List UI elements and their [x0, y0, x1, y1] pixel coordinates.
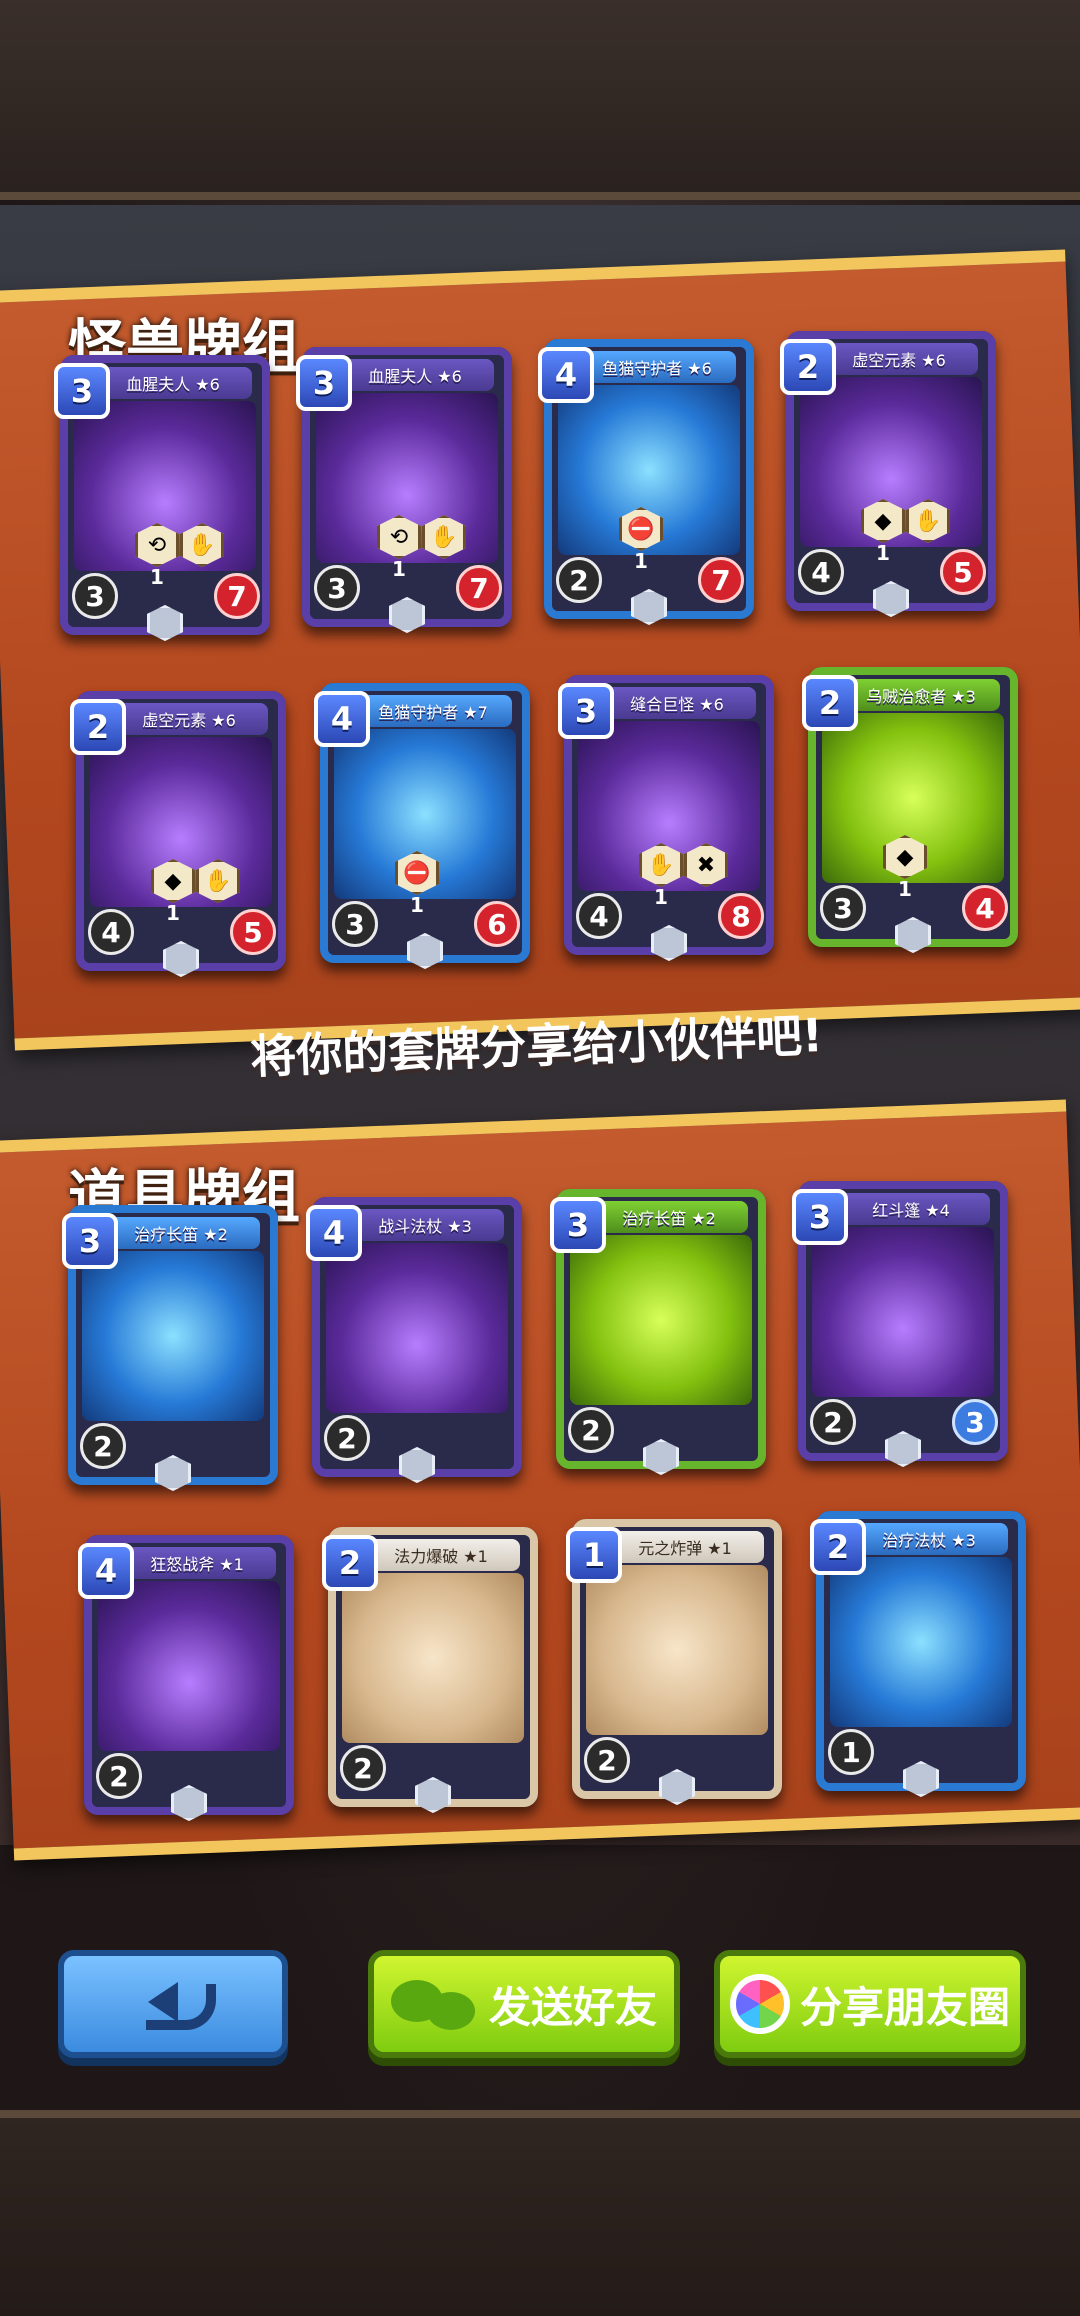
cost-badge: 2 [780, 339, 836, 395]
card-name: 治疗长笛 ★2 [590, 1201, 748, 1233]
health-badge: 5 [940, 549, 986, 595]
card-art [326, 1243, 508, 1413]
attack-badge: 3 [332, 901, 378, 947]
moments-icon [729, 1974, 790, 2034]
wechat-icon [390, 1974, 481, 2034]
card-art [342, 1573, 524, 1743]
item-card[interactable]: 治疗长笛 ★2 3 2 [62, 1205, 278, 1491]
item-card[interactable]: 战斗法杖 ★3 4 2 [306, 1197, 522, 1483]
cost-badge: 4 [314, 691, 370, 747]
bottom-stat: 1 [828, 1729, 874, 1775]
card-name: 治疗长笛 ★2 [102, 1217, 260, 1249]
ability-count: 1 [410, 893, 424, 917]
card-name: 战斗法杖 ★3 [346, 1209, 504, 1241]
monster-card[interactable]: 血腥夫人 ★6 3 ⟲ ✋ 1 3 7 [296, 347, 512, 633]
cost-badge: 1 [566, 1527, 622, 1583]
card-name: 治疗法杖 ★3 [850, 1523, 1008, 1555]
monster-card[interactable]: 虚空元素 ★6 2 ◆ ✋ 1 4 5 [780, 331, 996, 617]
attack-badge: 3 [314, 565, 360, 611]
right-stat: 3 [952, 1399, 998, 1445]
monster-card[interactable]: 鱼猫守护者 ★6 4 ⛔ 1 2 7 [538, 339, 754, 625]
health-badge: 7 [456, 565, 502, 611]
bottom-stat: 2 [340, 1745, 386, 1791]
ability-count: 1 [150, 565, 164, 589]
ability-count: 1 [166, 901, 180, 925]
card-art [812, 1227, 994, 1397]
attack-badge: 4 [798, 549, 844, 595]
back-arrow-icon [128, 1974, 218, 2034]
back-button[interactable] [58, 1950, 288, 2058]
card-name: 红斗篷 ★4 [832, 1193, 990, 1225]
monster-card[interactable]: 虚空元素 ★6 2 ◆ ✋ 1 4 5 [70, 691, 286, 977]
health-badge: 4 [962, 885, 1008, 931]
card-name: 血腥夫人 ★6 [336, 359, 494, 391]
attack-badge: 3 [820, 885, 866, 931]
card-name: 乌贼治愈者 ★3 [842, 679, 1000, 711]
cost-badge: 3 [296, 355, 352, 411]
card-name: 狂怒战斧 ★1 [118, 1547, 276, 1579]
cost-badge: 2 [322, 1535, 378, 1591]
monster-card[interactable]: 血腥夫人 ★6 3 ⟲ ✋ 1 3 7 [54, 355, 270, 641]
card-name: 元之炸弹 ★1 [606, 1531, 764, 1563]
bottom-stat: 2 [568, 1407, 614, 1453]
send-friend-button[interactable]: 发送好友 [368, 1950, 680, 2058]
top-frame [0, 0, 1080, 200]
share-moments-button[interactable]: 分享朋友圈 [714, 1950, 1026, 2058]
ability-count: 1 [634, 549, 648, 573]
card-name: 缝合巨怪 ★6 [598, 687, 756, 719]
health-badge: 6 [474, 901, 520, 947]
cost-badge: 3 [558, 683, 614, 739]
card-art [830, 1557, 1012, 1727]
card-name: 鱼猫守护者 ★7 [354, 695, 512, 727]
card-art [570, 1235, 752, 1405]
bottom-frame [0, 2110, 1080, 2316]
health-badge: 7 [214, 573, 260, 619]
bottom-stat: 2 [584, 1737, 630, 1783]
card-name: 法力爆破 ★1 [362, 1539, 520, 1571]
health-badge: 7 [698, 557, 744, 603]
health-badge: 8 [718, 893, 764, 939]
bottom-stat: 2 [810, 1399, 856, 1445]
card-name: 虚空元素 ★6 [820, 343, 978, 375]
item-card[interactable]: 治疗长笛 ★2 3 2 [550, 1189, 766, 1475]
cost-badge: 2 [802, 675, 858, 731]
monster-card[interactable]: 缝合巨怪 ★6 3 ✋ ✖ 1 4 8 [558, 675, 774, 961]
attack-badge: 3 [72, 573, 118, 619]
cost-badge: 2 [70, 699, 126, 755]
ability-count: 1 [654, 885, 668, 909]
ability-count: 1 [876, 541, 890, 565]
card-name: 虚空元素 ★6 [110, 703, 268, 735]
cost-badge: 3 [62, 1213, 118, 1269]
attack-badge: 4 [88, 909, 134, 955]
item-card[interactable]: 治疗法杖 ★3 2 1 [810, 1511, 1026, 1797]
send-friend-label: 发送好友 [488, 1982, 657, 2032]
cost-badge: 4 [538, 347, 594, 403]
monster-card[interactable]: 鱼猫守护者 ★7 4 ⛔ 1 3 6 [314, 683, 530, 969]
card-art [98, 1581, 280, 1751]
ability-count: 1 [392, 557, 406, 581]
attack-badge: 2 [556, 557, 602, 603]
ability-count: 1 [898, 877, 912, 901]
card-name: 血腥夫人 ★6 [94, 367, 252, 399]
item-card[interactable]: 红斗篷 ★4 3 2 3 [792, 1181, 1008, 1467]
bottom-stat: 2 [324, 1415, 370, 1461]
item-card[interactable]: 狂怒战斧 ★1 4 2 [78, 1535, 294, 1821]
cost-badge: 2 [810, 1519, 866, 1575]
health-badge: 5 [230, 909, 276, 955]
card-art [82, 1251, 264, 1421]
card-art [586, 1565, 768, 1735]
bottom-stat: 2 [80, 1423, 126, 1469]
card-name: 鱼猫守护者 ★6 [578, 351, 736, 383]
bottom-stat: 2 [96, 1753, 142, 1799]
cost-badge: 3 [792, 1189, 848, 1245]
cost-badge: 3 [550, 1197, 606, 1253]
attack-badge: 4 [576, 893, 622, 939]
monster-card[interactable]: 乌贼治愈者 ★3 2 ◆ 1 3 4 [802, 667, 1018, 953]
cost-badge: 4 [306, 1205, 362, 1261]
cost-badge: 3 [54, 363, 110, 419]
cost-badge: 4 [78, 1543, 134, 1599]
share-moments-label: 分享朋友圈 [799, 1982, 1010, 2032]
item-card[interactable]: 元之炸弹 ★1 1 2 [566, 1519, 782, 1805]
item-card[interactable]: 法力爆破 ★1 2 2 [322, 1527, 538, 1813]
